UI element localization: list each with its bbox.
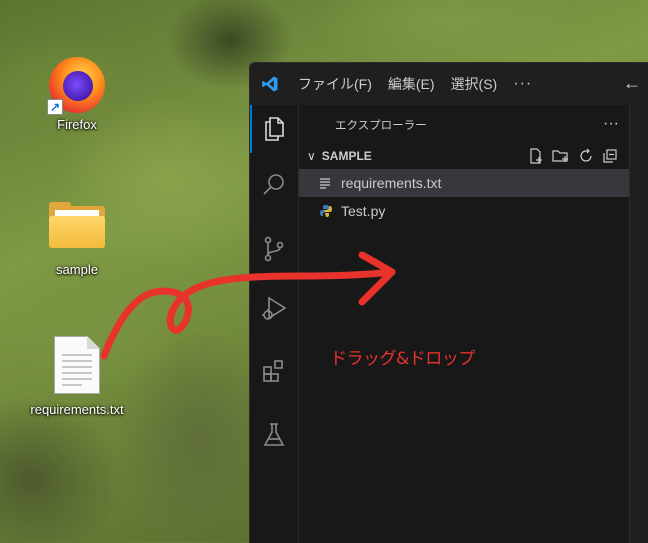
vscode-window: ファイル(F) 編集(E) 選択(S) ··· ← エクスプローラー ··· ∨… [249,62,648,543]
file-name: requirements.txt [341,175,442,191]
firefox-icon: ↗ [47,55,107,115]
activity-extensions[interactable] [250,347,298,395]
desktop-icon-label: Firefox [57,117,97,132]
folder-section-sample[interactable]: ∨ SAMPLE [299,145,629,167]
run-debug-icon [262,296,287,320]
flask-icon [263,423,285,446]
file-item-test-py[interactable]: Test.py [299,197,629,225]
vscode-logo-icon [250,75,290,93]
section-toolbar [527,147,619,165]
explorer-header: エクスプローラー ··· [299,105,629,145]
activity-explorer[interactable] [250,105,298,153]
extensions-icon [263,360,283,382]
explorer-more-button[interactable]: ··· [603,115,619,133]
new-folder-icon[interactable] [551,147,571,165]
desktop-folder-sample[interactable]: sample [22,200,132,277]
source-control-icon [264,236,284,262]
folder-icon [47,200,107,250]
activity-search[interactable] [250,161,298,209]
menu-file[interactable]: ファイル(F) [290,74,380,94]
text-file-icon [319,177,337,189]
activity-run-debug[interactable] [250,285,298,333]
menu-edit[interactable]: 編集(E) [380,74,443,94]
search-icon [263,174,284,195]
desktop-icon-label: sample [56,262,98,277]
collapse-all-icon[interactable] [601,147,619,165]
editor-area-edge [629,105,648,543]
desktop-firefox[interactable]: ↗ Firefox [22,55,132,132]
folder-name: SAMPLE [321,149,372,163]
explorer-sidebar: エクスプローラー ··· ∨ SAMPLE requirements.txt T… [299,105,629,543]
back-arrow-icon[interactable]: ← [623,73,641,94]
file-item-requirements[interactable]: requirements.txt [299,169,629,197]
menu-selection[interactable]: 選択(S) [443,74,506,94]
file-name: Test.py [341,203,386,219]
desktop-file-requirements[interactable]: requirements.txt [22,336,132,417]
activity-testing[interactable] [250,411,298,459]
explorer-title: エクスプローラー [335,120,427,132]
title-bar: ファイル(F) 編集(E) 選択(S) ··· ← [250,63,648,105]
files-icon [265,117,284,141]
desktop-icon-label: requirements.txt [30,402,124,417]
annotation-text: ドラッグ&ドロップ [330,349,475,369]
text-file-icon [54,336,100,394]
shortcut-arrow-icon: ↗ [47,99,63,115]
refresh-icon[interactable] [577,147,595,165]
activity-bar [250,105,299,543]
python-icon [319,204,337,218]
activity-source-control[interactable] [250,225,298,273]
new-file-icon[interactable] [527,147,545,165]
menu-more[interactable]: ··· [505,75,540,93]
chevron-down-icon: ∨ [307,149,316,163]
